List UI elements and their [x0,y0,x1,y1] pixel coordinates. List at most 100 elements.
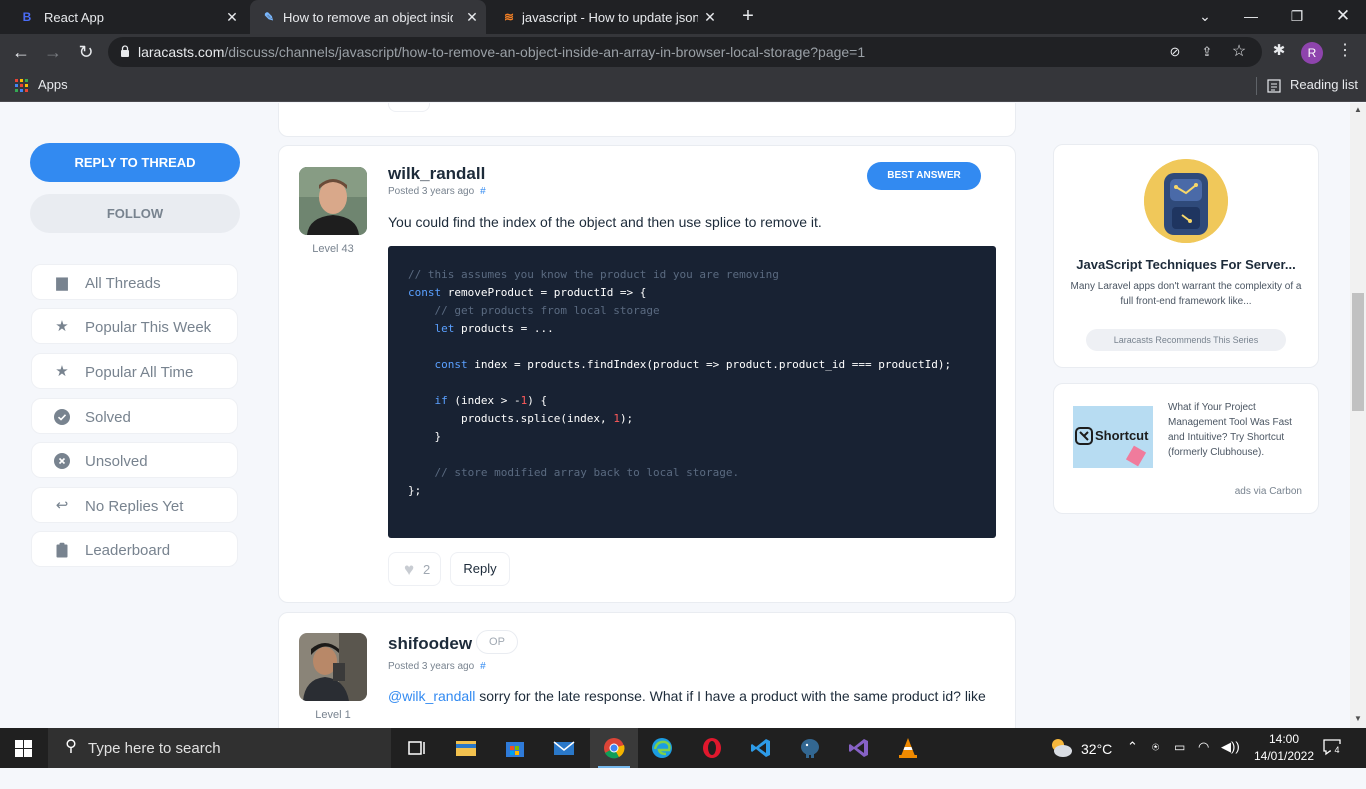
user-photo-wilk-randall [299,167,367,235]
ads-via-carbon[interactable]: ads via Carbon [1235,486,1302,497]
sidebar-item-leaderboard[interactable]: Leaderboard [31,531,238,567]
profile-avatar[interactable]: R [1301,42,1323,64]
ad-eraser-graphic [1125,445,1147,467]
reading-list-button[interactable]: Reading list [1290,77,1358,92]
scroll-down-arrow-icon[interactable]: ▼ [1350,712,1366,726]
visual-studio-button[interactable] [835,728,883,768]
taskbar-search-box[interactable]: ⚲ Type here to search [48,728,391,768]
tab-search-icon[interactable]: ⌄ [1182,0,1228,34]
back-arrow-icon[interactable]: ← [9,40,33,64]
reload-icon[interactable]: ↻ [74,40,98,64]
backpack-illustration-icon [1144,159,1228,243]
opera-button[interactable] [688,728,736,768]
reply-to-thread-button[interactable]: REPLY TO THREAD [30,143,240,182]
more-menu-icon[interactable]: ⋮ [1336,42,1354,60]
start-button[interactable] [0,728,48,768]
notifications-button[interactable]: 4 [1322,738,1343,756]
avatar[interactable] [299,633,367,701]
series-title[interactable]: JavaScript Techniques For Server... [1054,257,1318,272]
wifi-icon[interactable]: ◠ [1198,739,1209,779]
recommend-series-pill[interactable]: Laracasts Recommends This Series [1086,329,1286,351]
forward-arrow-icon[interactable]: → [41,40,65,64]
chrome-button[interactable] [590,728,638,768]
sidebar-item-solved[interactable]: Solved [31,398,238,434]
minimize-button[interactable]: — [1228,0,1274,34]
username[interactable]: shifoodew [388,634,472,654]
address-bar[interactable]: laracasts.com/discuss/channels/javascrip… [108,37,1262,67]
vscode-button[interactable] [737,728,785,768]
user-level: Level 1 [315,709,351,721]
sidebar-item-popular-all-time[interactable]: ★ Popular All Time [31,353,238,389]
clock-date[interactable]: 14/01/2022 [1250,749,1318,789]
weather-icon[interactable] [1049,737,1073,759]
reply-button[interactable]: Reply [450,552,510,586]
heart-icon[interactable]: ♥ [388,103,430,112]
permalink-hash[interactable]: # [480,661,486,672]
tab-laracasts[interactable]: ✎ How to remove an object inside a ✕ [250,0,486,34]
x-circle-icon [54,453,70,469]
ad-text[interactable]: What if Your Project Management Tool Was… [1168,400,1308,460]
extensions-puzzle-icon[interactable]: ✱ [1270,42,1288,60]
url-host: laracasts.com [138,44,225,60]
sidebar-item-unsolved[interactable]: Unsolved [31,442,238,478]
weather-temp[interactable]: 32°C [1081,741,1112,781]
vlc-button[interactable] [884,728,932,768]
page-scrollbar[interactable]: ▲ ▼ [1350,103,1366,728]
eye-off-icon[interactable]: ⊘ [1166,43,1184,61]
device-icon[interactable]: ⍟ [1152,740,1159,780]
sidebar-item-no-replies-yet[interactable]: ↩ No Replies Yet [31,487,238,523]
bookmark-star-icon[interactable]: ☆ [1230,43,1248,61]
sidebar-item-label: Unsolved [85,453,148,470]
reading-list-icon [1267,79,1281,93]
volume-icon[interactable]: ◀)) [1221,739,1240,779]
tab-stackoverflow[interactable]: ≋ javascript - How to update json v ✕ [494,0,724,34]
file-explorer-button[interactable] [442,728,490,768]
ad-image[interactable]: Shortcut [1073,406,1153,468]
mention-link[interactable]: @wilk_randall [388,688,475,704]
permalink-hash[interactable]: # [480,186,486,197]
apps-bookmark[interactable]: Apps [38,77,68,92]
pgadmin-button[interactable] [786,728,834,768]
bookmarks-bar: Apps Reading list [0,70,1366,102]
lock-icon [121,45,129,57]
page-content: ♥ REPLY TO THREAD FOLLOW ▆ All Threads ★… [0,103,1350,728]
show-hidden-icons-chevron-icon[interactable]: ⌃ [1127,739,1138,779]
avatar[interactable] [299,167,367,235]
scroll-up-arrow-icon[interactable]: ▲ [1350,103,1366,117]
carbon-ad-card[interactable]: Shortcut What if Your Project Management… [1053,383,1319,514]
sidebar-item-label: Popular All Time [85,364,194,381]
code-block: // this assumes you know the product id … [388,246,996,538]
sidebar-item-popular-this-week[interactable]: ★ Popular This Week [31,308,238,344]
scrollbar-thumb[interactable] [1352,293,1364,411]
react-app-favicon: B [22,10,32,24]
ad-brand: Shortcut [1095,428,1149,443]
tab-title: React App [44,9,104,25]
close-window-button[interactable]: ✕ [1320,0,1366,34]
vlc-cone-icon [899,738,917,758]
close-tab-icon[interactable]: ✕ [702,9,718,25]
close-tab-icon[interactable]: ✕ [224,9,240,25]
microsoft-store-button[interactable] [491,728,539,768]
tab-react-app[interactable]: B React App ✕ [14,0,246,34]
username[interactable]: wilk_randall [388,164,485,184]
reply-card-best-answer: Level 43 wilk_randall Posted 3 years ago… [278,145,1016,603]
like-button[interactable]: ♥ 2 [388,552,441,586]
url-text: laracasts.com/discuss/channels/javascrip… [138,44,865,60]
new-tab-button[interactable]: + [737,5,759,27]
best-answer-badge[interactable]: BEST ANSWER [867,162,981,190]
series-description: Many Laravel apps don't warrant the comp… [1070,281,1302,307]
star-icon: ★ [55,318,69,335]
apps-grid-icon[interactable] [15,79,28,92]
post-timestamp: Posted 3 years ago # [388,186,486,197]
series-recommendation-card[interactable]: JavaScript Techniques For Server... Many… [1053,144,1319,368]
maximize-button[interactable]: ❐ [1274,0,1320,34]
edge-button[interactable] [638,728,686,768]
task-view-button[interactable] [393,728,441,768]
follow-button[interactable]: FOLLOW [30,194,240,233]
battery-icon[interactable]: ▭ [1174,740,1185,780]
post-timestamp: Posted 3 years ago # [388,661,486,672]
sidebar-item-all-threads[interactable]: ▆ All Threads [31,264,238,300]
mail-button[interactable] [540,728,588,768]
close-tab-icon[interactable]: ✕ [464,9,480,25]
share-icon[interactable]: ⇪ [1198,43,1216,61]
